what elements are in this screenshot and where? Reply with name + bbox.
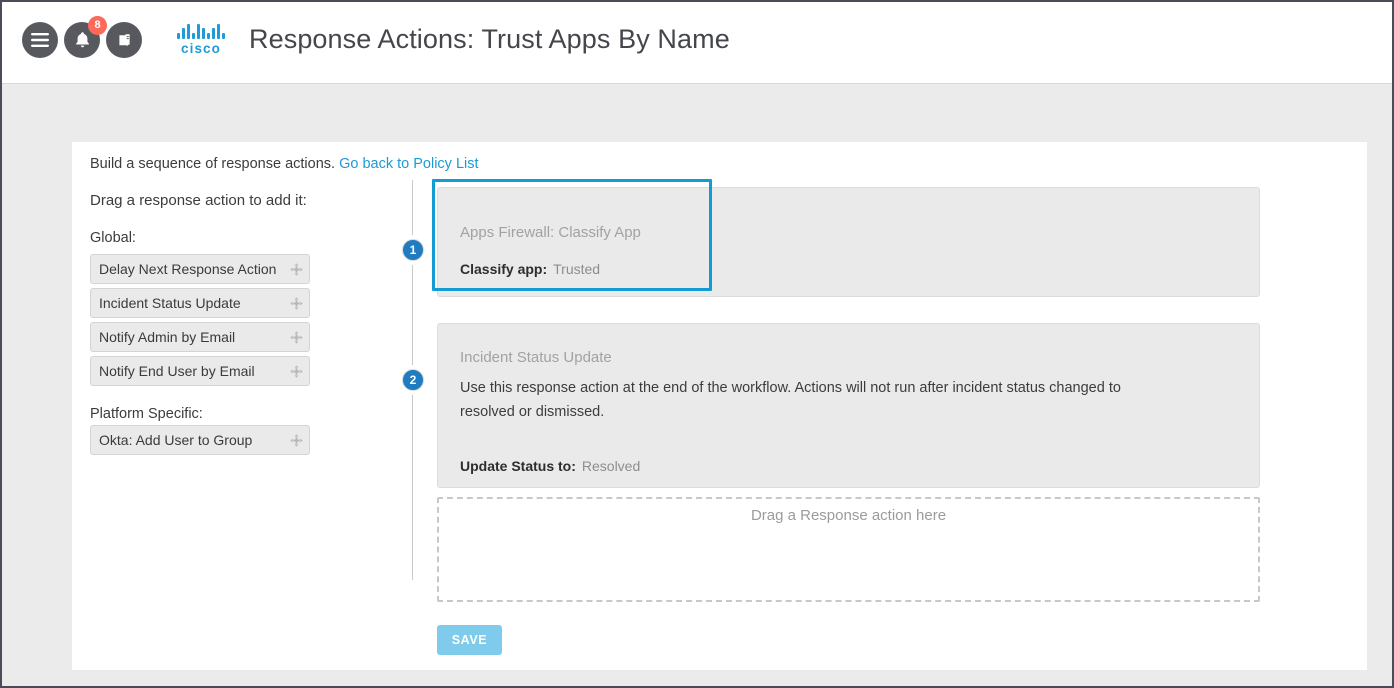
move-handle-icon[interactable] <box>283 296 309 310</box>
palette-item-label: Delay Next Response Action <box>99 261 277 277</box>
cisco-wordmark: cisco <box>180 41 222 56</box>
palette-item-notify-admin-by-email[interactable]: Notify Admin by Email <box>90 322 310 352</box>
palette-item-label: Notify Admin by Email <box>99 329 236 345</box>
palette-item-label: Notify End User by Email <box>99 363 255 379</box>
hamburger-menu-icon[interactable] <box>22 22 58 58</box>
sequence-card-field: Update Status to: Resolved <box>460 458 640 474</box>
step-badge-2: 2 <box>398 365 428 395</box>
page-frame: 8 cisco Response Actions: Trust Apps By … <box>0 0 1394 688</box>
move-handle-icon[interactable] <box>283 262 309 276</box>
palette-item-delay-next-response-action[interactable]: Delay Next Response Action <box>90 254 310 284</box>
sequence-card-field-label: Classify app: <box>460 261 548 277</box>
sequence-card-1[interactable]: Apps Firewall: Classify App Classify app… <box>437 187 1260 297</box>
notification-bell-icon[interactable]: 8 <box>64 16 107 58</box>
sequence-card-field-value: Trusted <box>553 261 601 277</box>
cisco-logo: cisco <box>172 24 230 64</box>
sequence-card-field: Classify app: Trusted <box>460 261 600 277</box>
move-handle-icon[interactable] <box>283 364 309 378</box>
notification-count-badge: 8 <box>88 16 107 35</box>
intro-line: Build a sequence of response actions. Go… <box>90 156 479 172</box>
sequence-card-title: Apps Firewall: Classify App <box>460 224 641 241</box>
palette-item-okta-add-user-to-group[interactable]: Okta: Add User to Group <box>90 425 310 455</box>
palette-item-incident-status-update[interactable]: Incident Status Update <box>90 288 310 318</box>
header-icon-cluster: 8 <box>22 16 142 58</box>
sequence-card-field-value: Resolved <box>581 458 641 474</box>
palette-item-label: Incident Status Update <box>99 295 241 311</box>
sequence-card-title: Incident Status Update <box>460 349 612 366</box>
response-action-sequence: 1 2 Apps Firewall: Classify App Classify… <box>324 177 1354 655</box>
intro-text: Build a sequence of response actions. <box>90 156 336 172</box>
main-content-panel: Build a sequence of response actions. Go… <box>72 142 1367 670</box>
book-docs-icon[interactable] <box>106 22 142 58</box>
go-back-to-policy-list-link[interactable]: Go back to Policy List <box>339 156 478 172</box>
move-handle-icon[interactable] <box>283 330 309 344</box>
step-badge-1: 1 <box>398 235 428 265</box>
step-number: 2 <box>402 369 424 391</box>
step-number: 1 <box>402 239 424 261</box>
move-handle-icon[interactable] <box>283 433 309 447</box>
group-label-global: Global: <box>90 230 136 246</box>
save-button[interactable]: SAVE <box>437 625 502 655</box>
response-action-dropzone[interactable]: Drag a Response action here <box>437 497 1260 602</box>
palette-item-label: Okta: Add User to Group <box>99 432 253 448</box>
sequence-card-2[interactable]: Incident Status Update Use this response… <box>437 323 1260 488</box>
top-navigation-bar: 8 cisco Response Actions: Trust Apps By … <box>2 2 1392 84</box>
sequence-card-description: Use this response action at the end of t… <box>460 380 1121 420</box>
group-label-platform-specific: Platform Specific: <box>90 406 203 422</box>
cisco-logo-bars <box>172 24 230 39</box>
palette-item-notify-end-user-by-email[interactable]: Notify End User by Email <box>90 356 310 386</box>
page-title: Response Actions: Trust Apps By Name <box>249 24 730 54</box>
drag-hint-text: Drag a response action to add it: <box>90 192 307 209</box>
dropzone-label: Drag a Response action here <box>750 507 947 524</box>
sequence-card-field-label: Update Status to: <box>460 458 576 474</box>
